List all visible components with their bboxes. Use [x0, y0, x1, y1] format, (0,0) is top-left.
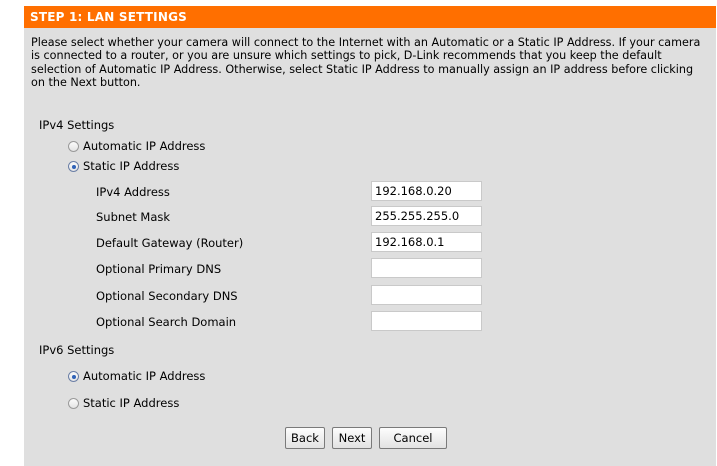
- ipv6-automatic-radio[interactable]: [68, 371, 79, 382]
- ipv4-address-label: IPv4 Address: [96, 185, 170, 199]
- panel-title: STEP 1: LAN SETTINGS: [24, 6, 716, 28]
- default-gateway-input[interactable]: [371, 232, 482, 252]
- ipv4-address-input[interactable]: [371, 181, 482, 201]
- back-button[interactable]: Back: [285, 427, 325, 449]
- subnet-mask-input[interactable]: [371, 206, 482, 226]
- cancel-button[interactable]: Cancel: [379, 427, 447, 449]
- ipv6-static-label: Static IP Address: [83, 396, 180, 410]
- ipv6-automatic-label: Automatic IP Address: [83, 369, 206, 383]
- ipv4-settings-heading: IPv4 Settings: [39, 118, 115, 132]
- search-domain-label: Optional Search Domain: [96, 315, 237, 329]
- subnet-mask-label: Subnet Mask: [96, 210, 171, 224]
- default-gateway-label: Default Gateway (Router): [96, 236, 244, 250]
- ipv4-automatic-radio[interactable]: [68, 141, 79, 152]
- search-domain-input[interactable]: [371, 311, 482, 331]
- ipv6-static-radio[interactable]: [68, 398, 79, 409]
- ipv4-automatic-label: Automatic IP Address: [83, 139, 206, 153]
- primary-dns-input[interactable]: [371, 258, 482, 278]
- next-button[interactable]: Next: [332, 427, 372, 449]
- ipv4-static-radio[interactable]: [68, 161, 79, 172]
- secondary-dns-input[interactable]: [371, 285, 482, 305]
- ipv4-static-label: Static IP Address: [83, 159, 180, 173]
- secondary-dns-label: Optional Secondary DNS: [96, 289, 238, 303]
- instructions-text: Please select whether your camera will c…: [31, 36, 701, 90]
- primary-dns-label: Optional Primary DNS: [96, 262, 222, 276]
- ipv6-settings-heading: IPv6 Settings: [39, 343, 115, 357]
- lan-settings-panel: STEP 1: LAN SETTINGS Please select wheth…: [24, 6, 716, 466]
